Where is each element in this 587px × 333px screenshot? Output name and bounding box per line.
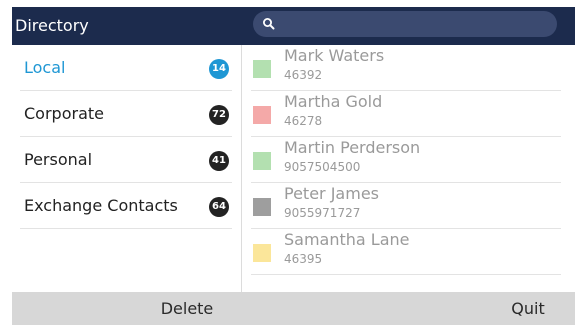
- contact-list: Mark Waters 46392 Martha Gold 46278 Mart…: [242, 45, 575, 292]
- delete-button[interactable]: Delete: [132, 292, 242, 325]
- folder-item-corporate[interactable]: Corporate 72: [20, 91, 232, 137]
- quit-button[interactable]: Quit: [488, 292, 568, 325]
- contact-number: 9057504500: [284, 160, 361, 174]
- search-box[interactable]: [253, 11, 557, 37]
- search-icon: [263, 18, 275, 30]
- folder-item-local[interactable]: Local 14: [20, 45, 232, 91]
- contact-number: 9055971727: [284, 206, 361, 220]
- contact-number: 46395: [284, 252, 323, 266]
- contact-row[interactable]: Samantha Lane 46395: [251, 229, 561, 275]
- contact-name: Mark Waters: [284, 46, 385, 65]
- folder-list: Local 14 Corporate 72 Personal 41 Exchan…: [12, 45, 241, 292]
- search-input[interactable]: [281, 14, 549, 34]
- contact-name: Samantha Lane: [284, 230, 410, 249]
- count-badge: 41: [209, 151, 229, 171]
- contact-name: Peter James: [284, 184, 379, 203]
- directory-screen: Directory Local 14 Corporate 72 Personal…: [12, 7, 575, 325]
- contact-row[interactable]: Peter James 9055971727: [251, 183, 561, 229]
- contact-number: 46278: [284, 114, 323, 128]
- page-title: Directory: [15, 16, 89, 35]
- folder-label: Corporate: [24, 104, 104, 123]
- folder-label: Personal: [24, 150, 93, 169]
- contact-name: Martha Gold: [284, 92, 383, 111]
- contact-row[interactable]: Martin Perderson 9057504500: [251, 137, 561, 183]
- folder-item-personal[interactable]: Personal 41: [20, 137, 232, 183]
- contact-color-swatch: [253, 60, 271, 78]
- contact-name: Martin Perderson: [284, 138, 421, 157]
- count-badge: 72: [209, 105, 229, 125]
- contact-color-swatch: [253, 244, 271, 262]
- contact-color-swatch: [253, 106, 271, 124]
- softkey-bar: Delete Quit: [12, 292, 575, 325]
- contact-row[interactable]: Martha Gold 46278: [251, 91, 561, 137]
- header-bar: Directory: [12, 7, 575, 45]
- contact-number: 46392: [284, 68, 323, 82]
- folder-item-exchange-contacts[interactable]: Exchange Contacts 64: [20, 183, 232, 229]
- count-badge: 14: [209, 59, 229, 79]
- contact-color-swatch: [253, 152, 271, 170]
- contact-row[interactable]: Mark Waters 46392: [251, 45, 561, 91]
- contact-color-swatch: [253, 198, 271, 216]
- folder-label: Local: [24, 58, 66, 77]
- count-badge: 64: [209, 197, 229, 217]
- folder-label: Exchange Contacts: [24, 196, 178, 215]
- phone-frame: Directory Local 14 Corporate 72 Personal…: [0, 0, 587, 333]
